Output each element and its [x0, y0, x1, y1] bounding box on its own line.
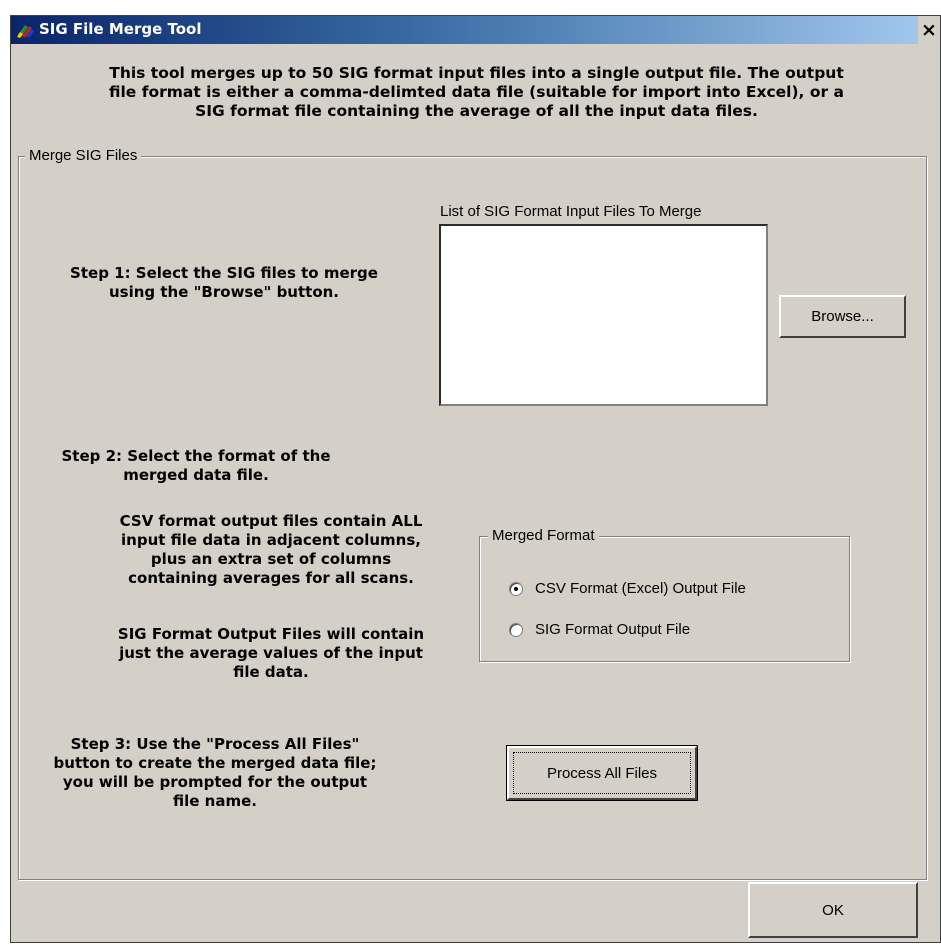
step3-line: you will be prompted for the output — [62, 773, 368, 791]
csv-note-line: input file data in adjacent columns, — [121, 531, 421, 549]
merged-format-group: Merged Format CSV Format (Excel) Output … — [479, 527, 850, 662]
intro-line: This tool merges up to 50 SIG format inp… — [109, 64, 844, 82]
merge-tool-dialog: SIG File Merge Tool × This tool merges u… — [10, 15, 941, 943]
step2-text: Step 2: Select the format of the merged … — [51, 447, 341, 485]
radio-csv-format[interactable]: CSV Format (Excel) Output File — [509, 580, 746, 597]
title-bar[interactable]: SIG File Merge Tool × — [11, 16, 940, 44]
browse-button[interactable]: Browse... — [779, 295, 906, 338]
radio-button-icon[interactable] — [509, 581, 523, 596]
sig-note-line: SIG Format Output Files will contain — [117, 625, 425, 643]
radio-csv-label: CSV Format (Excel) Output File — [535, 580, 746, 597]
merge-group-legend: Merge SIG Files — [25, 147, 142, 164]
close-icon: × — [921, 19, 937, 41]
radio-button-icon[interactable] — [509, 622, 523, 637]
intro-line: SIG format file containing the average o… — [195, 102, 758, 120]
step2-line: Step 2: Select the format of the — [61, 447, 331, 465]
close-button[interactable]: × — [918, 16, 940, 44]
ok-button-label: OK — [822, 901, 844, 919]
ok-button[interactable]: OK — [748, 882, 918, 938]
focus-rectangle — [513, 752, 691, 794]
step2-line: merged data file. — [123, 466, 269, 484]
step1-line: using the "Browse" button. — [108, 283, 340, 301]
app-icon — [17, 25, 34, 38]
step3-text: Step 3: Use the "Process All Files" butt… — [35, 735, 395, 811]
input-files-listbox[interactable] — [439, 224, 768, 406]
sig-note-line: just the average values of the input — [119, 644, 423, 662]
sig-format-note: SIG Format Output Files will contain jus… — [81, 625, 461, 682]
csv-note-line: plus an extra set of columns — [150, 550, 392, 568]
step3-line: Step 3: Use the "Process All Files" — [70, 735, 360, 753]
csv-note-line: containing averages for all scans. — [128, 569, 414, 587]
intro-line: file format is either a comma-delimted d… — [109, 83, 844, 101]
radio-sig-label: SIG Format Output File — [535, 621, 691, 638]
process-all-files-button[interactable]: Process All Files — [506, 745, 698, 801]
csv-note-line: CSV format output files contain ALL — [119, 512, 423, 530]
intro-text: This tool merges up to 50 SIG format inp… — [31, 64, 922, 121]
radio-sig-format[interactable]: SIG Format Output File — [509, 621, 690, 638]
csv-format-note: CSV format output files contain ALL inpu… — [81, 512, 461, 588]
browse-button-label: Browse... — [811, 308, 874, 325]
step3-line: button to create the merged data file; — [53, 754, 377, 772]
step1-text: Step 1: Select the SIG files to merge us… — [39, 264, 409, 302]
window-title: SIG File Merge Tool — [39, 20, 202, 38]
file-list-label: List of SIG Format Input Files To Merge — [440, 203, 702, 220]
merged-format-legend: Merged Format — [488, 527, 599, 544]
step3-line: file name. — [173, 792, 257, 810]
sig-note-line: file data. — [233, 663, 309, 681]
step1-line: Step 1: Select the SIG files to merge — [70, 264, 378, 282]
